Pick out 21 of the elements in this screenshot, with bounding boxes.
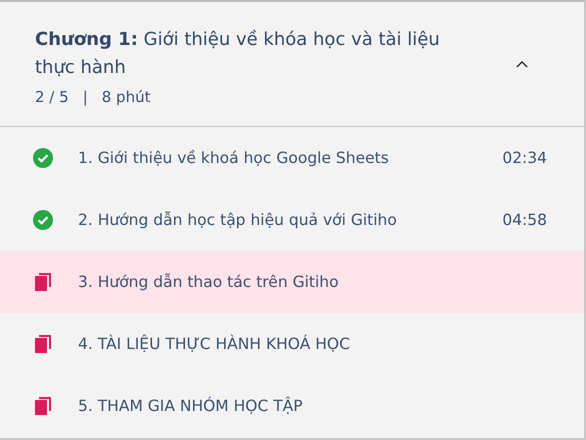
lesson-row[interactable]: 5. THAM GIA NHÓM HỌC TẬP bbox=[0, 375, 584, 437]
lesson-row[interactable]: 2. Hướng dẫn học tập hiệu quả với Gitiho 04:58 bbox=[0, 189, 584, 251]
document-icon bbox=[35, 397, 51, 415]
lesson-title: 5. THAM GIA NHÓM HỌC TẬP bbox=[78, 397, 304, 415]
lesson-row[interactable]: 1. Giới thiệu về khoá học Google Sheets 02:34 bbox=[0, 127, 584, 189]
lesson-row[interactable]: 4. TÀI LIỆU THỰC HÀNH KHOÁ HỌC bbox=[0, 313, 584, 375]
lesson-row[interactable]: 3. Hướng dẫn thao tác trên Gitiho bbox=[0, 251, 584, 313]
lesson-title: 1. Giới thiệu về khoá học Google Sheets bbox=[78, 149, 390, 167]
lesson-duration: 02:34 bbox=[502, 149, 547, 167]
check-circle-icon bbox=[33, 210, 53, 230]
document-icon bbox=[35, 335, 51, 353]
chapter-duration: 8 phút bbox=[102, 88, 150, 106]
document-icon bbox=[35, 273, 51, 291]
check-circle-icon bbox=[33, 148, 53, 168]
lesson-title: 2. Hướng dẫn học tập hiệu quả với Gitiho bbox=[78, 211, 398, 229]
lesson-title: 3. Hướng dẫn thao tác trên Gitiho bbox=[78, 273, 340, 291]
chevron-up-icon[interactable] bbox=[516, 60, 528, 68]
chapter-title: Chương 1: Giới thiệu về khóa học và tài liệu thực hành bbox=[35, 28, 441, 80]
separator: | bbox=[82, 88, 88, 106]
lesson-duration: 04:58 bbox=[502, 211, 547, 229]
lesson-title: 4. TÀI LIỆU THỰC HÀNH KHOÁ HỌC bbox=[78, 335, 351, 353]
